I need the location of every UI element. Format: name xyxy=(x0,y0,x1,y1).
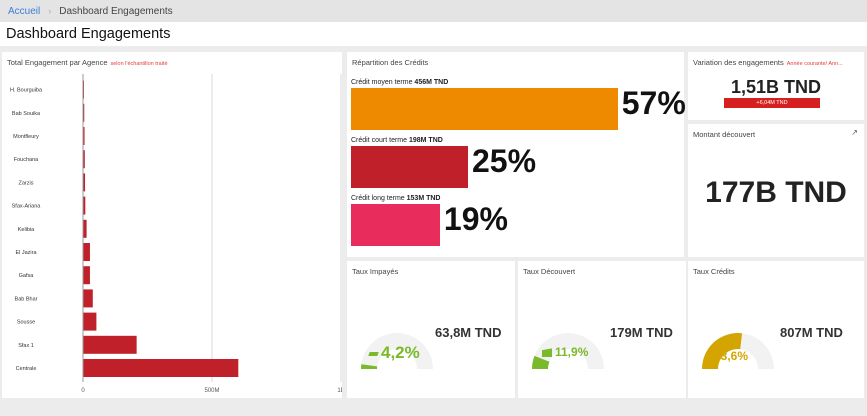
breadcrumb-current: Dashboard Engagements xyxy=(59,5,173,17)
credits-distribution-panel[interactable]: Répartition des Crédits Crédit moyen ter… xyxy=(347,52,686,257)
agency-bar[interactable] xyxy=(83,173,86,192)
agency-bar[interactable] xyxy=(83,266,90,285)
category-label: Sousse xyxy=(17,320,35,326)
credit-rate-title: Taux Crédits xyxy=(693,267,735,276)
unpaid-amount: 63,8M TND xyxy=(435,325,502,340)
agency-bar[interactable] xyxy=(83,243,90,261)
title-bar: Dashboard Engagements xyxy=(0,22,867,46)
category-label: H. Bourguiba xyxy=(10,88,43,94)
category-label: Gafsa xyxy=(19,273,35,279)
category-label: Centrale xyxy=(16,366,37,372)
credit-amount: 456M TND xyxy=(414,79,449,86)
dashboard: 0 500M 1B H. Bourguiba Bab Souika Montfleury F… xyxy=(2,52,865,414)
variation-panel-title: Variation des engagements Année courante/… xyxy=(693,58,843,67)
credit-rate-panel[interactable]: Taux Crédits 807M TND 53,6% xyxy=(688,261,864,398)
variation-panel[interactable]: Variation des engagements Année courante/… xyxy=(688,52,864,120)
category-label: Bab Bhar xyxy=(15,296,38,302)
credit-bar xyxy=(351,88,618,130)
agency-bar[interactable] xyxy=(83,359,239,377)
agency-panel-title-text: Total Engagement par Agence xyxy=(7,58,108,67)
unpaid-percent: 4,2% xyxy=(368,343,420,363)
x-tick-label: 500M xyxy=(204,388,219,394)
agency-engagement-chart: 0 500M 1B H. Bourguiba Bab Souika Montfleury F… xyxy=(10,74,342,394)
category-label: Sfax-Ariana xyxy=(12,204,42,210)
credit-label-text: Crédit long terme xyxy=(351,195,407,202)
overdraft-rate-title: Taux Découvert xyxy=(523,267,576,276)
agency-bar[interactable] xyxy=(83,312,97,331)
agency-panel-subtitle: selon l'échantillon traité xyxy=(110,61,168,67)
credit-percent: 25% xyxy=(472,143,537,179)
agency-bar[interactable] xyxy=(83,196,86,215)
overdraft-rate-amount: 179M TND xyxy=(610,325,673,340)
breadcrumb: Accueil › Dashboard Engagements xyxy=(0,0,867,22)
credit-label-text: Crédit moyen terme xyxy=(351,79,415,86)
variation-panel-title-text: Variation des engagements xyxy=(693,58,784,67)
agency-engagement-panel[interactable]: 0 500M 1B H. Bourguiba Bab Souika Montfleury F… xyxy=(2,52,342,398)
category-label: Zarzis xyxy=(19,180,34,186)
credit-amount: 153M TND xyxy=(406,195,441,202)
x-tick-label: 1B xyxy=(337,388,342,394)
overdraft-panel-title: Montant découvert xyxy=(693,130,756,139)
agency-bar[interactable] xyxy=(83,80,85,99)
credit-item[interactable]: Crédit court terme 198M TND 25% xyxy=(351,137,536,188)
overdraft-rate-percent-value: 11,9% xyxy=(555,345,589,359)
unpaid-percent-value: 4,2% xyxy=(381,343,420,362)
agency-bar[interactable] xyxy=(83,103,85,122)
credits-panel-title: Répartition des Crédits xyxy=(352,58,429,67)
x-tick-label: 0 xyxy=(81,388,85,394)
credit-amount: 198M TND xyxy=(408,137,443,144)
chevron-right-icon: › xyxy=(48,6,52,16)
agency-panel-title: Total Engagement par Agence selon l'échan… xyxy=(7,58,168,67)
expand-icon[interactable]: ↗ xyxy=(851,128,858,137)
credit-rate-percent: 53,6% xyxy=(714,349,749,363)
agency-bar[interactable] xyxy=(83,127,85,145)
category-label: Montfleury xyxy=(13,134,39,140)
variation-value: 1,51B TND xyxy=(730,77,822,97)
credit-percent: 57% xyxy=(621,85,686,121)
arrow-up-icon xyxy=(542,348,552,358)
agency-bar[interactable] xyxy=(83,219,87,238)
overdraft-rate-percent: 11,9% xyxy=(542,345,588,359)
category-label: El Jazira xyxy=(15,250,37,256)
category-label: Sfax 1 xyxy=(18,343,34,349)
credit-label: Crédit court terme 198M TND xyxy=(351,137,443,144)
breadcrumb-home-link[interactable]: Accueil xyxy=(8,6,40,17)
unpaid-rate-panel[interactable]: Taux Impayés 63,8M TND 4,2% xyxy=(347,261,515,398)
arrow-up-icon xyxy=(368,351,379,356)
unpaid-rate-title: Taux Impayés xyxy=(352,267,399,276)
page-title: Dashboard Engagements xyxy=(6,26,171,42)
category-label: Bab Souika xyxy=(12,111,41,117)
category-label: Fouchana xyxy=(14,157,39,163)
credit-percent: 19% xyxy=(443,201,508,237)
variation-delta-badge: +6,04M TND xyxy=(724,98,820,108)
credit-label-text: Crédit court terme xyxy=(351,137,409,144)
overdraft-panel[interactable]: Montant découvert ↗ 177B TND xyxy=(688,124,864,257)
credit-label: Crédit moyen terme 456M TND xyxy=(351,79,448,86)
category-label: Kelibia xyxy=(18,227,35,233)
agency-bar[interactable] xyxy=(83,289,93,308)
credit-label: Crédit long terme 153M TND xyxy=(351,195,440,202)
credit-bar xyxy=(351,146,468,188)
variation-panel-subtitle: Année courante/ Ann... xyxy=(786,61,843,67)
agency-bar[interactable] xyxy=(83,150,85,169)
credit-rate-amount: 807M TND xyxy=(780,325,843,340)
credit-item[interactable]: Crédit long terme 153M TND 19% xyxy=(351,195,508,246)
credit-item[interactable]: Crédit moyen terme 456M TND 57% xyxy=(351,79,686,130)
agency-bar[interactable] xyxy=(83,335,137,354)
overdraft-rate-panel[interactable]: Taux Découvert 179M TND 11,9% xyxy=(518,261,686,398)
overdraft-value: 177B TND xyxy=(705,176,847,209)
credit-bar xyxy=(351,204,440,246)
